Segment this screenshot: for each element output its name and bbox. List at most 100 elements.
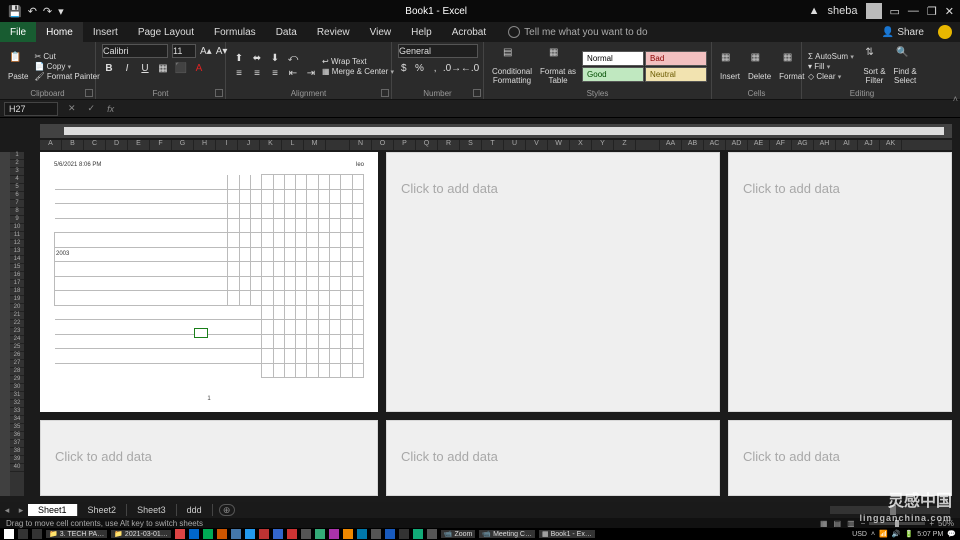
fill-color-button[interactable]: ⬛ <box>174 61 188 75</box>
sheet-tab-3[interactable]: Sheet3 <box>127 504 177 516</box>
increase-font-icon[interactable]: A▴ <box>200 44 212 58</box>
tab-file[interactable]: File <box>0 22 36 42</box>
sheet-tab-2[interactable]: Sheet2 <box>78 504 128 516</box>
tb-icon-15[interactable] <box>371 529 381 539</box>
search-icon[interactable] <box>18 529 28 539</box>
start-icon[interactable] <box>4 529 14 539</box>
fx-icon[interactable]: fx <box>107 104 114 114</box>
face-icon[interactable] <box>938 25 952 39</box>
tab-help[interactable]: Help <box>401 22 442 42</box>
tab-page-layout[interactable]: Page Layout <box>128 22 204 42</box>
page-5-placeholder[interactable]: Click to add data <box>386 420 720 496</box>
align-left-icon[interactable]: ≡ <box>232 67 246 81</box>
row-headers[interactable]: 1234567891011121314151617181920212223242… <box>10 152 24 496</box>
active-cell-cursor[interactable] <box>194 328 208 338</box>
tb-icon-5[interactable] <box>231 529 241 539</box>
tab-home[interactable]: Home <box>36 22 83 42</box>
font-size-input[interactable] <box>172 44 196 58</box>
format-painter-button[interactable]: 🖌 Format Painter <box>34 72 99 81</box>
view-pagebreak-icon[interactable]: ▥ <box>847 519 855 528</box>
find-select-button[interactable]: 🔍Find & Select <box>892 43 919 89</box>
window-min-icon[interactable]: — <box>908 5 919 17</box>
increase-indent-icon[interactable]: ⇥ <box>304 67 318 81</box>
add-sheet-button[interactable]: ⊕ <box>219 504 235 516</box>
tb-icon-8[interactable] <box>273 529 283 539</box>
align-center-icon[interactable]: ≡ <box>250 67 264 81</box>
tb-icon-9[interactable] <box>287 529 297 539</box>
tray-battery-icon[interactable]: 🔋 <box>904 530 913 538</box>
decrease-indent-icon[interactable]: ⇤ <box>286 67 300 81</box>
tb-icon-3[interactable] <box>203 529 213 539</box>
number-format-select[interactable] <box>398 44 478 58</box>
cell-style-normal[interactable]: Normal <box>582 51 644 66</box>
tab-formulas[interactable]: Formulas <box>204 22 266 42</box>
view-normal-icon[interactable]: ▦ <box>820 519 828 528</box>
delete-cells-button[interactable]: ▦Delete <box>746 48 773 85</box>
tray-up-icon[interactable]: ˄ <box>871 531 875 538</box>
merge-center-button[interactable]: ▦ Merge & Center <box>322 67 397 76</box>
clipboard-launcher[interactable] <box>85 89 93 97</box>
collapse-ribbon-icon[interactable]: ˄ <box>953 94 958 104</box>
tb-icon-13[interactable] <box>343 529 353 539</box>
share-button[interactable]: 👤 Share <box>872 22 934 42</box>
tab-view[interactable]: View <box>360 22 402 42</box>
worksheet-grid[interactable]: 2003 <box>54 174 364 378</box>
task-folder-2[interactable]: 📁 2021-03-01… <box>111 530 171 538</box>
tray-notif-icon[interactable]: 💬 <box>947 530 956 538</box>
page-1[interactable]: 5/6/2021 8:06 PM leo 2003 1 <box>40 152 378 412</box>
window-max-icon[interactable]: ❐ <box>927 5 937 18</box>
tab-insert[interactable]: Insert <box>83 22 128 42</box>
horizontal-scrollbar[interactable] <box>830 506 950 514</box>
increase-decimal-icon[interactable]: .0→ <box>445 61 459 75</box>
user-avatar[interactable] <box>866 3 882 19</box>
cell-style-bad[interactable]: Bad <box>645 51 707 66</box>
comma-icon[interactable]: , <box>429 61 441 75</box>
currency-icon[interactable]: $ <box>398 61 410 75</box>
decrease-decimal-icon[interactable]: ←.0 <box>463 61 477 75</box>
alignment-launcher[interactable] <box>381 89 389 97</box>
tray-time[interactable]: 5:07 PM <box>917 531 943 538</box>
wrap-text-button[interactable]: ↩ Wrap Text <box>322 57 397 66</box>
tb-icon-11[interactable] <box>315 529 325 539</box>
font-name-input[interactable] <box>102 44 168 58</box>
format-as-table-button[interactable]: ▦ Format as Table <box>538 43 578 89</box>
task-excel[interactable]: ▦ Book1 - Ex… <box>539 530 595 538</box>
qat-undo-icon[interactable]: ↶ <box>28 5 37 18</box>
cell-style-neutral[interactable]: Neutral <box>645 67 707 82</box>
paste-button[interactable]: 📋 Paste <box>6 48 30 85</box>
cut-button[interactable]: ✂ Cut <box>34 52 99 61</box>
task-folder-1[interactable]: 📁 3. TECH PA… <box>46 530 107 538</box>
tell-me-input[interactable]: Tell me what you want to do <box>524 27 647 38</box>
tb-icon-12[interactable] <box>329 529 339 539</box>
sort-filter-button[interactable]: ⇅Sort & Filter <box>861 43 887 89</box>
tb-icon-7[interactable] <box>259 529 269 539</box>
tb-icon-16[interactable] <box>385 529 395 539</box>
task-meeting[interactable]: 📹 Meeting C… <box>479 530 535 538</box>
tb-icon-18[interactable] <box>413 529 423 539</box>
cell-style-good[interactable]: Good <box>582 67 644 82</box>
copy-button[interactable]: 📄 Copy <box>34 62 99 71</box>
tab-acrobat[interactable]: Acrobat <box>442 22 496 42</box>
sheet-nav-prev[interactable]: ◂ <box>0 505 14 516</box>
tb-icon-6[interactable] <box>245 529 255 539</box>
sheet-tab-4[interactable]: ddd <box>177 504 213 516</box>
sheet-tab-1[interactable]: Sheet1 <box>28 504 78 516</box>
underline-button[interactable]: U <box>138 61 152 75</box>
font-launcher[interactable] <box>215 89 223 97</box>
zoom-in-button[interactable]: + <box>929 519 934 528</box>
insert-cells-button[interactable]: ▦Insert <box>718 48 742 85</box>
page-4-placeholder[interactable]: Click to add data <box>40 420 378 496</box>
taskview-icon[interactable] <box>32 529 42 539</box>
user-name[interactable]: sheba <box>828 5 858 17</box>
tb-icon-1[interactable] <box>175 529 185 539</box>
tb-icon-2[interactable] <box>189 529 199 539</box>
zoom-slider[interactable] <box>869 522 925 525</box>
number-launcher[interactable] <box>473 89 481 97</box>
clear-button[interactable]: ◇ Clear <box>808 72 857 81</box>
percent-icon[interactable]: % <box>414 61 426 75</box>
tb-icon-4[interactable] <box>217 529 227 539</box>
tray-usd[interactable]: USD <box>852 531 867 538</box>
task-zoom[interactable]: 📹 Zoom <box>441 530 476 538</box>
tb-icon-17[interactable] <box>399 529 409 539</box>
qat-redo-icon[interactable]: ↷ <box>43 5 52 18</box>
